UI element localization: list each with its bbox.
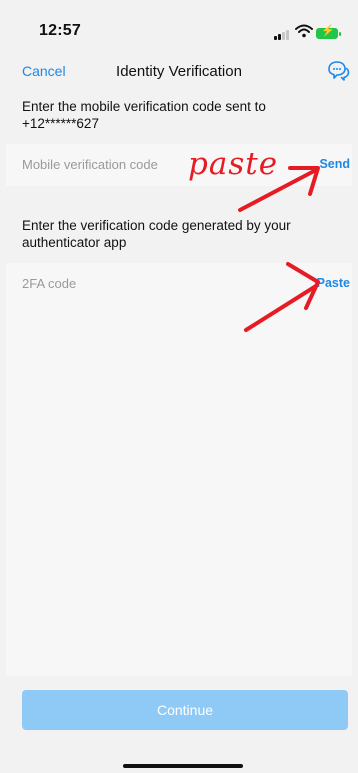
twofa-code-field[interactable]: 2FA code Paste <box>6 263 352 305</box>
home-indicator <box>123 764 243 768</box>
cellular-signal-icon <box>274 30 292 40</box>
continue-button[interactable]: Continue <box>22 690 348 730</box>
wifi-icon <box>295 24 313 38</box>
mobile-code-input[interactable]: Mobile verification code <box>22 157 158 172</box>
mobile-code-instruction: Enter the mobile verification code sent … <box>22 99 266 131</box>
chat-bubbles-icon[interactable] <box>326 59 350 83</box>
paste-code-button[interactable]: Paste <box>317 276 350 290</box>
content-area <box>6 304 352 676</box>
twofa-code-input[interactable]: 2FA code <box>22 276 76 291</box>
page-title: Identity Verification <box>116 63 242 80</box>
send-code-button[interactable]: Send <box>319 157 350 171</box>
navigation-bar: Cancel Identity Verification <box>6 50 352 94</box>
phone-screen: 12:57 ⚡ Cancel Identity Verification Ent… <box>6 0 352 773</box>
status-bar: 12:57 ⚡ <box>6 0 352 50</box>
twofa-instruction: Enter the verification code generated by… <box>22 218 291 250</box>
battery-charging-icon: ⚡ <box>316 26 341 39</box>
mobile-code-field[interactable]: Mobile verification code Send <box>6 144 352 186</box>
status-time: 12:57 <box>39 22 81 39</box>
